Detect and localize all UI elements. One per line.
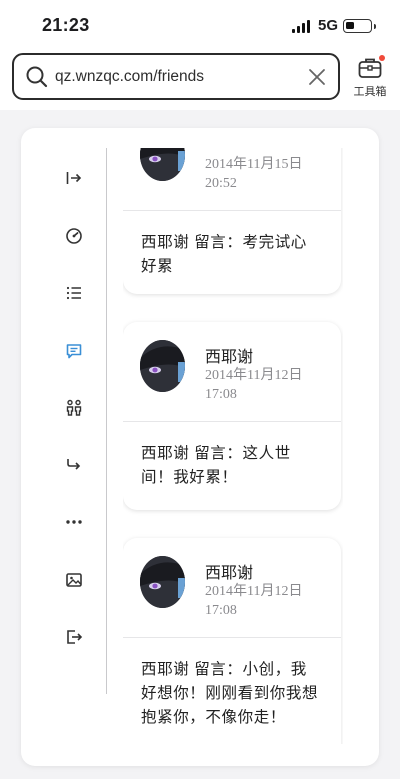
browser-toolbar: qz.wnzqc.com/friends 工具箱: [0, 50, 400, 110]
friends-icon[interactable]: [64, 398, 84, 418]
toolbox-button[interactable]: 工具箱: [350, 55, 390, 102]
message-icon[interactable]: [64, 341, 84, 361]
address-bar[interactable]: qz.wnzqc.com/friends: [12, 53, 340, 100]
avatar[interactable]: [140, 340, 185, 392]
message-card[interactable]: 西耶谢 2014年11月12日 17:08 西耶谢 留言：这人世间！我好累！: [123, 322, 341, 510]
notification-dot: [379, 55, 385, 61]
url-text[interactable]: qz.wnzqc.com/friends: [55, 68, 204, 86]
status-bar: 21:23 5G: [0, 0, 400, 50]
toolbox-icon: [357, 55, 385, 80]
author-name[interactable]: 西耶谢: [205, 343, 253, 367]
message-header: 2014年11月15日 20:52: [123, 148, 341, 211]
avatar[interactable]: [140, 556, 185, 608]
share-arrow-icon[interactable]: [64, 455, 84, 475]
toolbox-label: 工具箱: [353, 86, 387, 98]
message-text: 西耶谢 留言：这人世间！我好累！: [141, 445, 291, 486]
battery-level: [346, 22, 354, 29]
status-time: 21:23: [42, 15, 90, 35]
post-clock: 20:52: [205, 176, 237, 191]
friends-panel: 2014年11月15日 20:52 西耶谢 留言：考完试心好累 西耶谢 2014…: [21, 128, 379, 766]
message-text: 西耶谢 留言：小创，我好想你！刚刚看到你我想抱紧你，不像你走！: [141, 661, 319, 726]
avatar[interactable]: [140, 148, 185, 181]
logout-icon[interactable]: [64, 627, 84, 647]
post-time: 2014年11月15日 20:52: [205, 155, 325, 193]
post-date: 2014年11月12日: [205, 584, 303, 599]
post-date: 2014年11月12日: [205, 368, 303, 383]
author-name[interactable]: 西耶谢: [205, 559, 253, 583]
message-card[interactable]: 2014年11月15日 20:52 西耶谢 留言：考完试心好累: [123, 148, 341, 294]
image-icon[interactable]: [64, 570, 84, 590]
post-clock: 17:08: [205, 387, 237, 402]
message-header: 西耶谢 2014年11月12日 17:08: [123, 538, 341, 638]
sidebar: [21, 148, 107, 694]
post-clock: 17:08: [205, 603, 237, 618]
post-date: 2014年11月15日: [205, 157, 303, 172]
message-header: 西耶谢 2014年11月12日 17:08: [123, 322, 341, 422]
post-time: 2014年11月12日 17:08: [205, 582, 325, 620]
list-icon[interactable]: [64, 283, 84, 303]
signal-strength-icon: [292, 20, 312, 33]
message-card[interactable]: 西耶谢 2014年11月12日 17:08 西耶谢 留言：小创，我好想你！刚刚看…: [123, 538, 341, 744]
search-icon: [26, 66, 48, 88]
network-type: 5G: [318, 17, 339, 34]
battery-icon: [343, 19, 376, 33]
message-text: 西耶谢 留言：考完试心好累: [141, 234, 307, 275]
more-icon[interactable]: [64, 512, 84, 532]
clear-icon[interactable]: [308, 68, 326, 86]
message-feed[interactable]: 2014年11月15日 20:52 西耶谢 留言：考完试心好累 西耶谢 2014…: [123, 148, 343, 744]
post-time: 2014年11月12日 17:08: [205, 366, 325, 404]
sign-in-icon[interactable]: [64, 168, 84, 188]
speed-gauge-icon[interactable]: [64, 226, 84, 246]
